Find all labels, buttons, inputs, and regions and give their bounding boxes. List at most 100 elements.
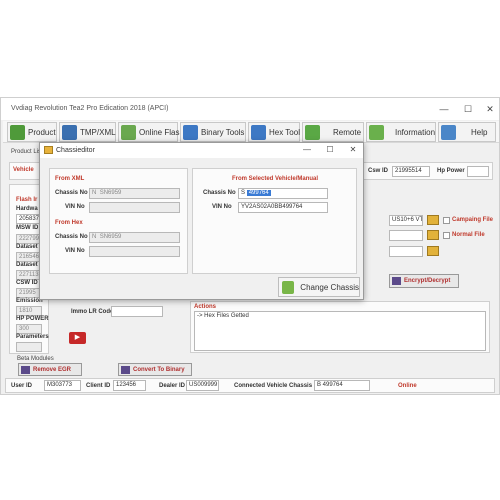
- hp-power-field[interactable]: [467, 166, 489, 177]
- sel-vin-label: VIN No: [212, 204, 232, 210]
- xml-chassis-field[interactable]: N SN6959: [89, 188, 180, 199]
- dialog-title: Chassieditor: [56, 147, 95, 154]
- client-id-label: Client ID: [86, 383, 111, 389]
- binary-tools-button[interactable]: Binary Tools: [180, 122, 246, 142]
- maximize-icon[interactable]: ☐: [324, 145, 336, 154]
- user-icon: [62, 124, 77, 140]
- arrow-icon: [251, 124, 266, 140]
- client-id-field: 123456: [113, 380, 146, 391]
- hex-chassis-prefix: N: [92, 234, 97, 240]
- connected-chassis-field: B 499764: [314, 380, 370, 391]
- chassis-editor-dialog: Chassieditor — ☐ ✕ From XML Chassis No N…: [39, 142, 364, 300]
- actions-title: Actions: [194, 304, 217, 310]
- campaing-file-label: Campaing File: [452, 217, 494, 223]
- encrypt-decrypt-button[interactable]: Encrypt/Decrypt: [389, 274, 459, 288]
- parameters-label: Parameters: [16, 334, 49, 340]
- binary-tools-label: Binary Tools: [201, 127, 245, 137]
- parameters-field[interactable]: [16, 342, 42, 352]
- sel-chassis-value: 499764: [246, 190, 271, 196]
- dataset-label: Dataset: [16, 244, 38, 250]
- xml-vin-label: VIN No: [65, 204, 85, 210]
- csw-id-field[interactable]: 21995514: [392, 166, 430, 177]
- file-field-3[interactable]: [389, 246, 423, 257]
- information-button[interactable]: Information: [366, 122, 436, 142]
- encrypt-decrypt-label: Encrypt/Decrypt: [404, 278, 451, 284]
- hex-chassis-value: SN6959: [99, 234, 122, 240]
- campaing-file-checkbox[interactable]: [443, 217, 450, 224]
- online-flash-label: Online Flash: [139, 127, 184, 137]
- online-status: Online: [398, 383, 417, 389]
- remote-icon: [305, 124, 320, 140]
- online-flash-button[interactable]: Online Flash: [118, 122, 184, 142]
- sel-vin-field[interactable]: YV2AS02A0BB499764: [238, 202, 328, 213]
- xml-vin-field[interactable]: [89, 202, 180, 213]
- close-icon[interactable]: ✕: [347, 145, 359, 154]
- dealer-id-label: Dealer ID: [159, 383, 186, 389]
- xml-chassis-prefix: N: [92, 190, 97, 196]
- sel-chassis-prefix: S: [241, 190, 246, 196]
- convert-to-binary-label: Convert To Binary: [133, 366, 185, 373]
- minimize-icon[interactable]: —: [437, 103, 451, 115]
- normal-file-checkbox[interactable]: [443, 232, 450, 239]
- dataset2-label: Dataset: [16, 262, 38, 268]
- play-icon[interactable]: ▶: [69, 332, 86, 344]
- dialog-title-bar: Chassieditor — ☐ ✕: [40, 143, 363, 158]
- change-chassis-button[interactable]: Change Chassis: [278, 277, 360, 297]
- information-label: Information: [395, 127, 436, 137]
- remove-egr-button[interactable]: Remove EGR: [18, 363, 82, 376]
- csw-id-label: Csw ID: [368, 168, 389, 174]
- connected-chassis-label: Connected Vehicle Chassis ID: [234, 383, 320, 389]
- sel-chassis-field[interactable]: S 499764: [238, 188, 328, 199]
- product-label: Product: [28, 127, 56, 137]
- product-button[interactable]: Product: [7, 122, 57, 142]
- hex-tool-label: Hex Tool: [269, 127, 300, 137]
- remote-button[interactable]: Remote: [302, 122, 364, 142]
- check-icon: [369, 124, 384, 140]
- user-id-field: M303773: [44, 380, 81, 391]
- minimize-icon[interactable]: —: [301, 145, 313, 154]
- from-xml-title: From XML: [55, 176, 85, 182]
- emission-field[interactable]: 1810: [16, 306, 42, 316]
- sel-chassis-label: Chassis No: [203, 190, 236, 196]
- dealer-id-field: US009999: [186, 380, 219, 391]
- download-icon: [282, 280, 295, 294]
- immo-lr-code-field[interactable]: [111, 306, 163, 317]
- home-icon: [10, 124, 25, 140]
- flash-info-title: Flash Ir: [16, 197, 38, 203]
- hp-power-label: Hp Power: [437, 168, 465, 174]
- immo-lr-code-label: Immo LR Code: [71, 309, 114, 315]
- from-hex-title: From Hex: [55, 220, 83, 226]
- download-icon: [121, 124, 136, 140]
- folder-icon[interactable]: [427, 215, 439, 225]
- window-title: Vvdiag Revolution Tea2 Pro Edication 201…: [11, 105, 169, 112]
- user-id-label: User ID: [11, 383, 33, 389]
- folder-icon[interactable]: [427, 230, 439, 240]
- xml-chassis-value: SN6959: [99, 190, 122, 196]
- convert-to-binary-button[interactable]: Convert To Binary: [118, 363, 192, 376]
- vehicle-label: Vehicle: [13, 167, 34, 173]
- hex-vin-field[interactable]: [89, 246, 180, 257]
- help-label: Help: [471, 127, 488, 137]
- hex-chassis-field[interactable]: N SN6959: [89, 232, 180, 243]
- vtna-field[interactable]: US10+6 VTNA: [389, 215, 423, 226]
- csw-id-left-label: CSW ID: [16, 280, 38, 286]
- convert-icon: [121, 365, 130, 374]
- hex-tool-button[interactable]: Hex Tool: [248, 122, 300, 142]
- file-field-2[interactable]: [389, 230, 423, 241]
- swap-arrows-icon: [183, 124, 198, 140]
- product-list-label: Product Lis: [11, 149, 42, 155]
- maximize-icon[interactable]: ☐: [461, 103, 475, 115]
- remove-egr-label: Remove EGR: [33, 366, 72, 373]
- from-selected-title: From Selected Vehicle/Manual: [232, 176, 319, 182]
- help-button[interactable]: Help: [438, 122, 496, 142]
- encrypt-icon: [392, 277, 401, 285]
- tmp-xml-label: TMP/XML: [80, 127, 116, 137]
- folder-icon[interactable]: [427, 246, 439, 256]
- hp-power-left-label: HP POWER: [16, 316, 49, 322]
- close-icon[interactable]: ✕: [483, 103, 497, 115]
- msw-id-label: MSW ID: [16, 225, 39, 231]
- egr-icon: [21, 365, 30, 374]
- hp-power-left-field[interactable]: 300: [16, 324, 42, 334]
- tmp-xml-button[interactable]: TMP/XML: [59, 122, 116, 142]
- normal-file-label: Normal File: [452, 232, 485, 238]
